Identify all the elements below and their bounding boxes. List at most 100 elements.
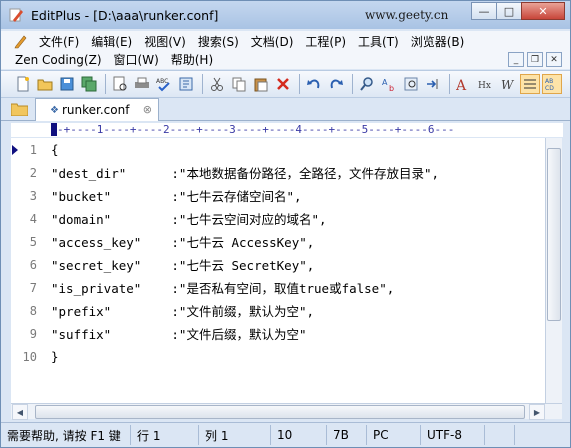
menu-tools[interactable]: 工具(T) [352,33,405,50]
browser-preview-icon [179,77,193,91]
line-text: "bucket" :"七牛云存储空间名", [51,189,302,204]
code-line[interactable]: 6 "secret_key" :"七牛云 SecretKey", [11,253,315,276]
window-title: EditPlus - [D:\aaa\runker.conf] [31,7,219,23]
chevron-right-icon: ▶ [533,407,541,417]
code-line[interactable]: 4 "domain" :"七牛云空间对应的域名", [11,207,327,230]
paste-button[interactable] [251,74,271,94]
tab-close-icon[interactable]: ⊗ [143,103,152,116]
doc-close-button[interactable]: ✕ [546,52,562,67]
line-number-button[interactable] [520,74,540,94]
text-editor[interactable]: 1{ 2 "dest_dir" :"本地数据备份路径，全路径，文件存放目录", 3… [11,138,545,403]
hex-view-button[interactable]: Hx [476,74,496,94]
menu-zen-coding[interactable]: Zen Coding(Z) [1,53,108,67]
code-line[interactable]: 10} [11,345,59,368]
chevron-left-icon: ◀ [16,407,24,417]
scroll-left-button[interactable]: ◀ [12,404,28,420]
undo-button[interactable] [304,74,324,94]
status-line-ending[interactable]: PC [367,425,421,445]
ruler-button[interactable]: AB CD [542,74,562,94]
menu-file[interactable]: 文件(F) [33,33,85,50]
code-line[interactable]: 2 "dest_dir" :"本地数据备份路径，全路径，文件存放目录", [11,161,439,184]
menu-browser[interactable]: 浏览器(B) [405,33,471,50]
paste-icon [254,78,268,92]
goto-icon [427,79,438,89]
close-button[interactable]: ✕ [521,2,565,20]
menu-help[interactable]: 帮助(H) [165,51,219,68]
document-icon: ❖ [50,104,59,116]
watermark: www.geety.cn [365,8,449,22]
font-size-button[interactable]: A [454,74,474,94]
scroll-right-button[interactable]: ▶ [529,404,545,420]
line-number: 8 [29,303,37,318]
line-text: "is_private" :"是否私有空间，取值true或false", [51,281,395,296]
menu-search[interactable]: 搜索(S) [192,33,245,50]
status-encoding[interactable]: UTF-8 [421,425,485,445]
save-all-button[interactable] [79,74,99,94]
code-line[interactable]: 3 "bucket" :"七牛云存储空间名", [11,184,302,207]
find-in-files-button[interactable] [401,74,421,94]
code-line[interactable]: 8 "prefix" :"文件前缀，默认为空", [11,299,314,322]
tab-runker-conf[interactable]: ❖ runker.conf ⊗ [35,98,159,121]
cut-button[interactable] [207,74,227,94]
vertical-scrollbar[interactable] [545,138,562,403]
status-help: 需要帮助, 请按 F1 键 [1,425,131,445]
spellcheck-icon: ABC [156,78,170,92]
status-file-size: 7B [327,425,367,445]
open-file-button[interactable] [35,74,55,94]
line-text: "dest_dir" :"本地数据备份路径，全路径，文件存放目录", [51,166,440,181]
browser-preview-button[interactable] [176,74,196,94]
maximize-button[interactable]: □ [496,2,522,20]
find-button[interactable] [357,74,377,94]
doc-restore-button[interactable]: ❐ [527,52,543,67]
print-button[interactable] [132,74,152,94]
line-number: 7 [29,280,37,295]
ruler-scale: -+----1----+----2----+----3----+----4---… [57,123,455,136]
new-file-button[interactable] [13,74,33,94]
goto-button[interactable] [423,74,443,94]
copy-button[interactable] [229,74,249,94]
code-line[interactable]: 9 "suffix" :"文件后缀，默认为空" [11,322,307,345]
doc-minimize-button[interactable]: _ [508,52,524,67]
toolbar-separator [352,74,353,94]
save-button[interactable] [57,74,77,94]
spellcheck-button[interactable]: ABC [154,74,174,94]
menu-bar-2: Zen Coding(Z) 窗口(W) 帮助(H) _ ❐ ✕ [1,50,570,69]
code-line[interactable]: 1{ [11,138,59,161]
status-line: 行 1 [131,425,199,445]
toolbar-separator [105,74,106,94]
menu-project[interactable]: 工程(P) [299,33,352,50]
line-number: 4 [29,211,37,226]
replace-button[interactable]: Ab [379,74,399,94]
line-text: "prefix" :"文件前缀，默认为空", [51,304,315,319]
maximize-icon: □ [503,4,515,18]
document-tab-bar: ❖ runker.conf ⊗ [1,98,570,121]
code-line[interactable]: 7 "is_private" :"是否私有空间，取值true或false", [11,276,394,299]
line-number: 1 [29,142,37,157]
menu-view[interactable]: 视图(V) [138,33,192,50]
word-wrap-button[interactable]: W [498,74,518,94]
menu-edit[interactable]: 编辑(E) [85,33,138,50]
line-number: 9 [29,326,37,341]
code-line[interactable]: 5 "access_key" :"七牛云 AccessKey", [11,230,315,253]
restore-icon: ❐ [530,54,540,65]
horizontal-scrollbar[interactable]: ◀ ▶ [11,403,562,420]
title-bar[interactable]: EditPlus - [D:\aaa\runker.conf] www.geet… [1,1,570,29]
horizontal-scroll-thumb[interactable] [35,405,525,419]
vertical-scroll-thumb[interactable] [547,148,561,321]
line-text: "access_key" :"七牛云 AccessKey", [51,235,315,250]
folder-icon[interactable] [11,102,28,116]
delete-button[interactable] [273,74,293,94]
line-text: { [51,142,59,157]
print-preview-button[interactable] [110,74,130,94]
column-ruler: -+----1----+----2----+----3----+----4---… [11,123,563,137]
edit-pencil-icon [14,35,27,49]
close-icon: ✕ [550,54,558,65]
redo-button[interactable] [326,74,346,94]
redo-icon [330,79,343,89]
svg-text:Hx: Hx [478,81,491,91]
minimize-button[interactable]: — [471,2,497,20]
minimize-icon: _ [513,54,519,65]
menu-document[interactable]: 文档(D) [245,33,300,50]
menu-window[interactable]: 窗口(W) [108,51,165,68]
new-file-icon [17,76,29,92]
